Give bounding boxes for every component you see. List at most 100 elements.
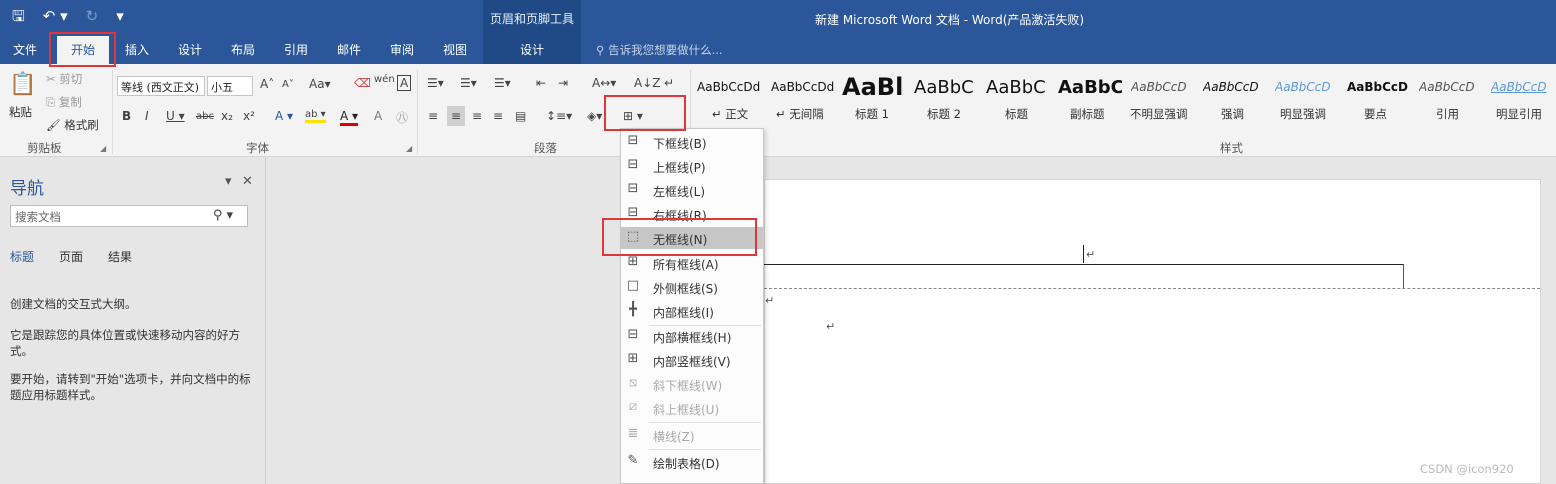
style-preview-heading-1[interactable]: AaBl xyxy=(842,73,904,101)
font-family-combo[interactable]: 等线 (西文正文) xyxy=(117,76,205,96)
style-preview-subtitle[interactable]: AaBbC xyxy=(1058,77,1122,98)
tab-layout[interactable]: 布局 xyxy=(231,41,255,58)
style-preview-quote[interactable]: AaBbCcD xyxy=(1419,80,1483,94)
strikethrough-icon[interactable]: abc xyxy=(196,111,214,122)
align-right-icon[interactable]: ≡ xyxy=(472,109,482,123)
styles-group-label: 样式 xyxy=(1220,141,1243,155)
menu-item-inside-vertical[interactable]: ⊞ 内部竖框线(V) xyxy=(621,349,763,371)
draw-table-icon: ✎ xyxy=(627,453,639,468)
tell-me-search[interactable]: ⚲ 告诉我您想要做什么... xyxy=(596,42,723,58)
style-name-subtitle: 副标题 xyxy=(1070,107,1105,121)
style-preview-intense-emphasis[interactable]: AaBbCcD xyxy=(1275,80,1339,94)
close-icon[interactable]: ✕ xyxy=(242,174,253,189)
tab-insert[interactable]: 插入 xyxy=(125,41,149,58)
copy-button[interactable]: ⎘ 复制 xyxy=(46,94,82,110)
menu-item-inside-horizontal[interactable]: ⊟ 内部横框线(H) xyxy=(621,325,763,347)
tab-file[interactable]: 文件 xyxy=(13,41,37,58)
style-preview-intense-quote[interactable]: AaBbCcD xyxy=(1491,80,1551,94)
nav-search-input[interactable]: 搜索文档 ⚲ ▾ xyxy=(10,205,248,227)
style-name-quote: 引用 xyxy=(1436,107,1459,121)
menu-item-top-border[interactable]: ⊟ 上框线(P) xyxy=(621,155,763,177)
grow-font-icon[interactable]: A˄ xyxy=(260,77,274,91)
save-icon[interactable]: 🖫 xyxy=(12,8,25,24)
bullets-icon[interactable]: ☰▾ xyxy=(427,76,444,90)
shading-icon[interactable]: A xyxy=(374,109,382,123)
tab-review[interactable]: 审阅 xyxy=(390,41,414,58)
justify-icon[interactable]: ≡ xyxy=(493,109,503,123)
menu-item-outside-borders[interactable]: □ 外侧框线(S) xyxy=(621,276,763,298)
tell-me-text: 告诉我您想要做什么... xyxy=(608,43,723,57)
italic-icon[interactable]: I xyxy=(145,109,149,123)
phonetic-guide-icon[interactable]: wén xyxy=(374,74,395,85)
font-color-icon[interactable]: A ▾ xyxy=(340,109,359,126)
clear-format-icon[interactable]: ⌫ xyxy=(354,76,371,90)
menu-item-diagonal-up: ⧄ 斜上框线(U) xyxy=(621,397,763,419)
line-spacing-icon[interactable]: ↕≡▾ xyxy=(546,109,572,123)
align-left-icon[interactable]: ≡ xyxy=(428,109,438,123)
nav-search-placeholder: 搜索文档 xyxy=(15,210,61,224)
numbering-icon[interactable]: ☰▾ xyxy=(460,76,477,90)
menu-item-left-border[interactable]: ⊟ 左框线(L) xyxy=(621,179,763,201)
nav-tab-pages[interactable]: 页面 xyxy=(59,248,83,265)
paste-icon[interactable]: 📋 xyxy=(9,72,36,97)
style-name-intense-emphasis: 明显强调 xyxy=(1280,107,1326,121)
tab-design[interactable]: 设计 xyxy=(178,41,202,58)
nav-tab-headings[interactable]: 标题 xyxy=(10,248,34,265)
menu-item-label: 内部横框线(H) xyxy=(653,331,732,345)
change-case-icon[interactable]: Aa▾ xyxy=(309,77,331,91)
distributed-icon[interactable]: ▤ xyxy=(515,109,526,123)
menu-item-bottom-border[interactable]: ⊟ 下框线(B) xyxy=(621,131,763,153)
style-preview-normal[interactable]: AaBbCcDd xyxy=(697,80,761,94)
clipboard-launcher-icon[interactable]: ◢ xyxy=(100,144,106,153)
style-preview-no-spacing[interactable]: AaBbCcDd xyxy=(771,80,835,94)
menu-item-inside-borders[interactable]: ╋ 内部框线(I) xyxy=(621,300,763,322)
show-marks-icon[interactable]: ↵ xyxy=(664,76,674,90)
quick-access-toolbar: 🖫 ↶ ▾ ↻ ▾ xyxy=(12,8,124,24)
enclose-characters-icon[interactable]: ㊇ xyxy=(396,109,408,126)
character-border-icon[interactable]: A xyxy=(397,75,412,91)
font-launcher-icon[interactable]: ◢ xyxy=(406,144,412,153)
multilevel-list-icon[interactable]: ☰▾ xyxy=(494,76,511,90)
style-preview-heading-2[interactable]: AaBbC xyxy=(914,77,976,98)
document-page[interactable] xyxy=(764,179,1541,484)
nav-options-icon[interactable]: ▾ xyxy=(225,174,232,189)
document-area[interactable] xyxy=(267,157,1556,484)
search-icon[interactable]: ⚲ ▾ xyxy=(213,208,233,223)
paragraph-shading-icon[interactable]: ◈▾ xyxy=(587,109,602,123)
underline-icon[interactable]: U ▾ xyxy=(166,109,185,123)
menu-item-draw-table[interactable]: ✎ 绘制表格(D) xyxy=(621,451,763,473)
font-size-combo[interactable]: 小五 xyxy=(207,76,253,96)
highlight-color-icon[interactable]: ab ▾ xyxy=(305,109,326,123)
customize-qat-icon[interactable]: ▾ xyxy=(116,8,124,24)
redo-icon[interactable]: ↻ xyxy=(86,8,99,24)
text-effects-icon[interactable]: A ▾ xyxy=(275,109,293,123)
format-painter-button[interactable]: 🖌 格式刷 xyxy=(46,117,99,133)
style-preview-strong[interactable]: AaBbCcD xyxy=(1347,80,1411,94)
style-preview-subtle-emphasis[interactable]: AaBbCcD xyxy=(1131,80,1195,94)
tab-view[interactable]: 视图 xyxy=(443,41,467,58)
cut-icon: ✂ xyxy=(46,72,56,86)
menu-item-horizontal-line: ≣ 横线(Z) xyxy=(621,424,763,446)
shrink-font-icon[interactable]: A˅ xyxy=(282,79,294,90)
inside-vertical-border-icon: ⊞ xyxy=(627,351,639,366)
subscript-icon[interactable]: x₂ xyxy=(221,109,233,123)
decrease-indent-icon[interactable]: ⇤ xyxy=(536,76,546,90)
undo-icon[interactable]: ↶ ▾ xyxy=(43,8,68,24)
paste-button[interactable]: 粘贴 xyxy=(9,104,32,120)
clipboard-group-label: 剪贴板 xyxy=(27,141,62,155)
chinese-layout-icon[interactable]: A↔▾ xyxy=(592,76,616,90)
style-preview-title[interactable]: AaBbC xyxy=(986,77,1048,98)
sort-icon[interactable]: A↓Z xyxy=(634,76,660,90)
highlight-box-borders-button xyxy=(604,95,686,131)
superscript-icon[interactable]: x² xyxy=(243,109,255,123)
tab-references[interactable]: 引用 xyxy=(284,41,308,58)
bold-icon[interactable]: B xyxy=(122,109,131,123)
cut-button[interactable]: ✂ 剪切 xyxy=(46,71,82,87)
style-preview-emphasis[interactable]: AaBbCcD xyxy=(1203,80,1267,94)
center-align-icon[interactable]: ≡ xyxy=(447,106,466,126)
tab-mailings[interactable]: 邮件 xyxy=(337,41,361,58)
paragraph-mark: ↵ xyxy=(1086,248,1096,261)
increase-indent-icon[interactable]: ⇥ xyxy=(558,76,568,90)
tab-hf-design[interactable]: 设计 xyxy=(520,41,544,58)
nav-tab-results[interactable]: 结果 xyxy=(108,248,132,265)
